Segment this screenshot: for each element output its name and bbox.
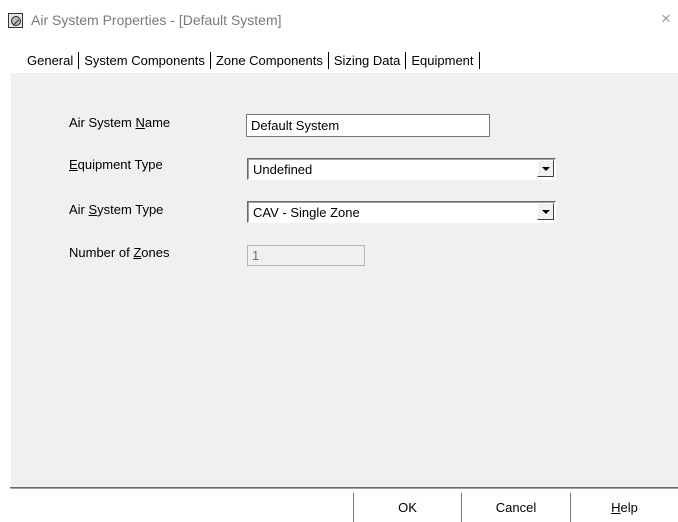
tab-sizing-data[interactable]: Sizing Data <box>330 53 404 68</box>
tab-zone-components[interactable]: Zone Components <box>212 53 327 68</box>
tab-divider <box>327 51 329 69</box>
equipment-type-label: Equipment Type <box>69 157 163 172</box>
system-type-select[interactable]: CAV - Single Zone <box>247 201 556 223</box>
system-name-label: Air System Name <box>69 115 171 130</box>
tab-equipment[interactable]: Equipment <box>407 53 477 68</box>
system-name-field[interactable]: Default System <box>246 114 490 137</box>
tab-general[interactable]: General <box>23 53 77 68</box>
tab-bar: General System Components Zone Component… <box>23 49 481 71</box>
window-title: Air System Properties - [Default System] <box>31 12 282 28</box>
zones-field: 1 <box>247 245 365 266</box>
help-button[interactable]: Help <box>570 493 678 522</box>
chevron-down-icon[interactable] <box>537 160 554 177</box>
panel-divider <box>10 487 678 488</box>
system-type-value: CAV - Single Zone <box>253 205 360 220</box>
equipment-type-value: Undefined <box>253 162 313 177</box>
equipment-type-select[interactable]: Undefined <box>247 158 556 180</box>
tab-divider <box>209 51 211 69</box>
title-bar: Air System Properties - [Default System]… <box>0 0 678 40</box>
tab-divider <box>78 51 80 69</box>
system-type-label: Air System Type <box>69 202 164 217</box>
chevron-down-icon[interactable] <box>537 203 554 220</box>
close-icon[interactable]: × <box>661 10 671 27</box>
tab-system-components[interactable]: System Components <box>80 53 209 68</box>
ok-button[interactable]: OK <box>353 493 461 522</box>
tab-divider <box>405 51 407 69</box>
air-system-icon <box>8 13 23 28</box>
zones-label: Number of Zones <box>69 245 170 260</box>
tab-divider <box>478 51 480 69</box>
cancel-button[interactable]: Cancel <box>461 493 570 522</box>
